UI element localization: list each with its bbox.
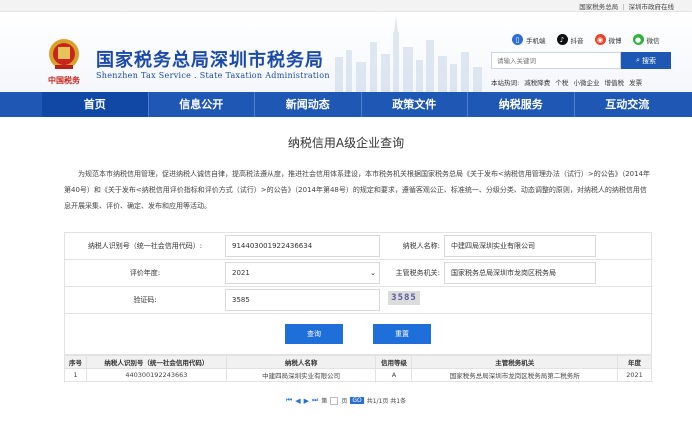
reset-button[interactable]: 重置	[373, 324, 431, 344]
social-wechat[interactable]: ● 微信	[632, 34, 660, 45]
intro-paragraph: 为规范本市纳税信用管理，促进纳税人诚信自律，提高税法遵从度，推进社会信用体系建设…	[64, 170, 651, 210]
taxpayer-name-input[interactable]: 中建四局深圳实业有限公司	[444, 235, 596, 257]
chevron-down-icon: ⌄	[370, 269, 376, 277]
col-header-year: 年度	[617, 355, 652, 369]
captcha-label: 验证码:	[133, 296, 157, 304]
cell-taxpayer-id: 440300192243663	[85, 368, 227, 382]
taxpayer-name-label: 纳税人名称:	[402, 242, 440, 250]
social-douyin[interactable]: ♪ 抖音	[556, 34, 584, 45]
top-link-sat[interactable]: 国家税务总局	[579, 3, 618, 11]
prev-page-icon[interactable]: ◀	[295, 397, 300, 405]
hot-word[interactable]: 个税	[555, 79, 568, 87]
table-row: 1 440300192243663 中建四局深圳实业有限公司 A 国家税务总局深…	[64, 368, 652, 382]
form-row: 验证码: 3585 3585	[65, 287, 651, 314]
cell-credit-level: A	[375, 368, 413, 382]
nav-info-disclosure[interactable]: 信息公开	[149, 92, 255, 117]
search-button[interactable]: ⌕ 搜索	[621, 52, 671, 69]
social-weibo[interactable]: ◉ 微博	[594, 34, 622, 45]
wechat-icon: ●	[632, 34, 644, 45]
hot-word[interactable]: 增值税	[605, 79, 625, 87]
col-header-authority: 主管税务机关	[411, 355, 618, 369]
authority-label: 主管税务机关:	[395, 269, 440, 277]
cell-index: 1	[64, 368, 87, 382]
site-title[interactable]: 国家税务总局深圳市税务局	[96, 46, 324, 72]
hot-words-label: 本站热词:	[491, 79, 520, 87]
nav-news[interactable]: 新闻动态	[255, 92, 361, 117]
page-title: 纳税信用A级企业查询	[287, 136, 405, 150]
taxpayer-id-cell: 914403001922436634	[225, 233, 384, 259]
search-button-label: 搜索	[641, 56, 656, 65]
social-wechat-label: 微信	[646, 36, 660, 45]
col-header-credit-level: 信用等级	[375, 355, 413, 369]
query-form: 纳税人识别号（统一社会信用代码）: 914403001922436634 纳税人…	[64, 232, 652, 355]
douyin-icon: ♪	[556, 34, 568, 45]
col-header-taxpayer-name: 纳税人名称	[225, 355, 377, 369]
nav-interaction[interactable]: 互动交流	[575, 92, 681, 117]
year-label: 评价年度:	[129, 269, 161, 277]
taxpayer-id-label: 纳税人识别号（统一社会信用代码）:	[87, 242, 203, 250]
social-mobile-label: 手机端	[526, 36, 546, 45]
site-search: ⌕ 搜索	[491, 52, 671, 69]
social-weibo-label: 微博	[608, 36, 622, 45]
mobile-icon: ▯	[512, 34, 523, 45]
year-cell: 2021 ⌄	[225, 260, 384, 286]
social-mobile[interactable]: ▯ 手机端	[512, 34, 546, 45]
search-icon: ⌕	[636, 56, 640, 64]
social-links: ▯ 手机端 ♪ 抖音 ◉ 微博 ● 微信	[512, 34, 660, 45]
form-buttons: 查询 重置	[65, 314, 651, 354]
captcha-input[interactable]: 3585	[225, 289, 380, 311]
cell-authority: 国家税务总局深圳市龙岗区税务局第二税务所	[411, 368, 618, 382]
hot-words: 本站热词: 减税降费 个税 小微企业 增值税 发票	[491, 77, 645, 87]
taxpayer-id-input[interactable]: 914403001922436634	[225, 235, 380, 257]
authority-cell: 国家税务总局深圳市龙岗区税务局	[444, 260, 600, 286]
captcha-image[interactable]: 3585	[388, 291, 420, 305]
table-header-row: 序号 纳税人识别号（统一社会信用代码） 纳税人名称 信用等级 主管税务机关 年度	[64, 355, 652, 369]
nav-home[interactable]: 首页	[42, 92, 148, 117]
svg-text:中国税务: 中国税务	[48, 75, 81, 85]
authority-input[interactable]: 国家税务总局深圳市龙岗区税务局	[444, 262, 596, 284]
cell-taxpayer-name: 中建四局深圳实业有限公司	[225, 368, 377, 382]
site-subtitle: Shenzhen Tax Service . State Taxation Ad…	[96, 71, 330, 80]
col-header-index: 序号	[64, 355, 87, 369]
top-strip: 国家税务总局 | 深圳市政府在线	[0, 0, 692, 12]
nav-policy-documents[interactable]: 政策文件	[362, 92, 468, 117]
site-header: 中国税务 国家税务总局深圳市税务局 Shenzhen Tax Service .…	[0, 12, 692, 92]
top-link-divider: |	[622, 3, 625, 11]
page-summary: 共1/1页 共1条	[366, 398, 407, 405]
first-page-icon[interactable]: ⏮	[286, 396, 292, 405]
top-link-shenzhen-gov[interactable]: 深圳市政府在线	[629, 3, 675, 11]
hot-word[interactable]: 减税降费	[524, 79, 550, 87]
weibo-icon: ◉	[594, 34, 606, 45]
social-douyin-label: 抖音	[570, 36, 584, 45]
year-select-value: 2021	[232, 269, 250, 277]
nav-tax-services[interactable]: 纳税服务	[468, 92, 574, 117]
cell-year: 2021	[617, 368, 652, 382]
last-page-icon[interactable]: ⏭	[312, 396, 318, 405]
captcha-cell: 3585	[225, 287, 384, 313]
go-button[interactable]: GO	[350, 397, 364, 404]
taxpayer-name-cell: 中建四局深圳实业有限公司	[444, 233, 600, 259]
top-links: 国家税务总局 | 深圳市政府在线	[579, 1, 674, 11]
tax-emblem-logo: 中国税务	[48, 39, 81, 85]
query-button[interactable]: 查询	[285, 324, 343, 344]
form-row: 纳税人识别号（统一社会信用代码）: 914403001922436634 纳税人…	[65, 233, 651, 260]
col-header-taxpayer-id: 纳税人识别号（统一社会信用代码）	[85, 355, 227, 369]
page-prefix: 第	[321, 398, 328, 405]
year-select[interactable]: 2021 ⌄	[225, 262, 380, 284]
page-suffix: 页	[341, 398, 348, 405]
hot-word[interactable]: 小微企业	[573, 79, 599, 87]
pagination: ⏮ ◀ ▶ ⏭ 第 页 GO 共1/1页 共1条	[0, 396, 692, 405]
hot-word[interactable]: 发票	[629, 79, 642, 87]
main-nav: 首页 信息公开 新闻动态 政策文件 纳税服务 互动交流	[0, 92, 692, 117]
results-table: 序号 纳税人识别号（统一社会信用代码） 纳税人名称 信用等级 主管税务机关 年度…	[64, 355, 652, 382]
city-skyline-image	[335, 16, 482, 92]
form-row: 评价年度: 2021 ⌄ 主管税务机关: 国家税务总局深圳市龙岗区税务局	[65, 260, 651, 287]
search-input[interactable]	[491, 52, 621, 69]
next-page-icon[interactable]: ▶	[304, 397, 309, 405]
page-number-input[interactable]	[330, 396, 339, 405]
